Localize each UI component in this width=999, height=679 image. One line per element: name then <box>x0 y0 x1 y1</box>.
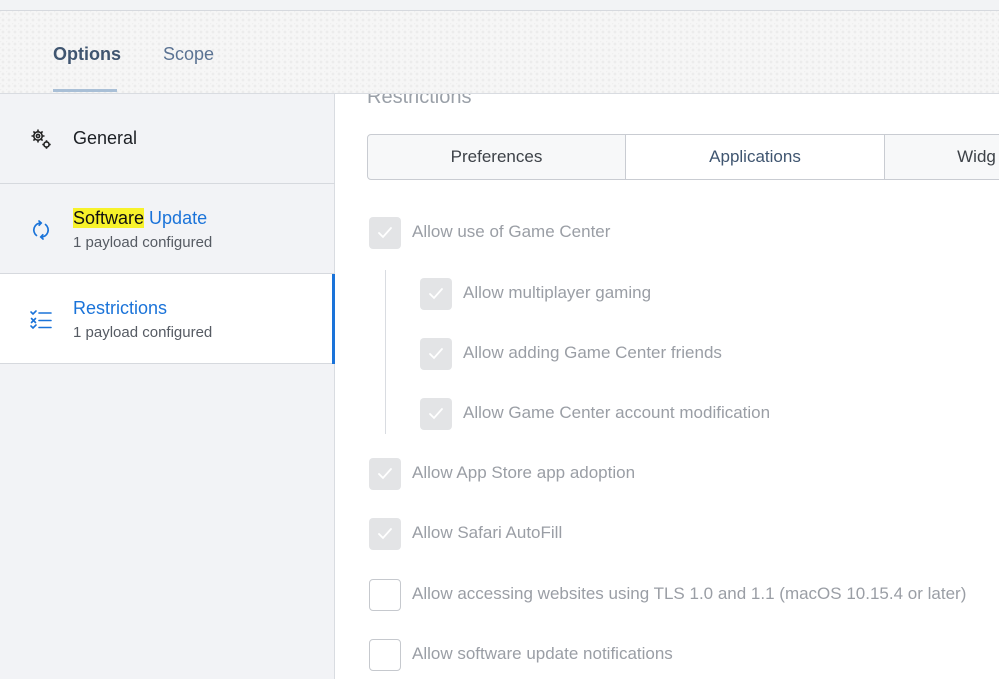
gears-icon <box>28 126 54 152</box>
option-row[interactable]: Allow App Store app adoption <box>369 458 989 490</box>
sidebar: General Software Update 1 payload config… <box>0 94 335 679</box>
checkbox[interactable] <box>369 518 401 550</box>
sidebar-item-subtitle: 1 payload configured <box>73 234 213 251</box>
segmented-control: Preferences Applications Widg <box>367 134 999 180</box>
segment-widgets[interactable]: Widg <box>885 135 999 179</box>
option-row[interactable]: Allow use of Game Center <box>369 217 989 249</box>
checkmark-icon <box>378 227 392 239</box>
checkbox[interactable] <box>369 639 401 671</box>
checkmark-icon <box>429 408 443 420</box>
sidebar-item-general[interactable]: General <box>0 94 335 184</box>
tab-scope[interactable]: Scope <box>163 44 214 65</box>
checkmark-icon <box>378 468 392 480</box>
checkmark-icon <box>378 528 392 540</box>
checkbox[interactable] <box>369 579 401 611</box>
option-label: Allow Safari AutoFill <box>412 523 563 542</box>
checkbox[interactable] <box>420 338 452 370</box>
option-label: Allow multiplayer gaming <box>463 283 652 302</box>
sidebar-item-label: Software Update <box>73 208 208 228</box>
sidebar-item-software-update[interactable]: Software Update 1 payload configured <box>0 184 335 274</box>
segment-preferences[interactable]: Preferences <box>368 135 626 179</box>
option-label: Allow use of Game Center <box>412 222 611 241</box>
sidebar-item-restrictions[interactable]: Restrictions 1 payload configured <box>0 274 335 364</box>
window-top-strip <box>0 0 999 11</box>
active-tab-indicator <box>53 89 117 92</box>
nested-group-line <box>385 270 386 434</box>
option-label: Allow App Store app adoption <box>412 463 636 482</box>
checkbox[interactable] <box>369 458 401 490</box>
search-highlight: Software <box>73 208 145 228</box>
checkbox[interactable] <box>420 398 452 430</box>
checkbox[interactable] <box>420 278 452 310</box>
tab-options[interactable]: Options <box>53 44 121 65</box>
option-label: Allow accessing websites using TLS 1.0 a… <box>412 584 967 603</box>
checkbox[interactable] <box>369 217 401 249</box>
option-label: Allow Game Center account modification <box>463 403 771 422</box>
section-title: Restrictions <box>367 94 472 108</box>
sidebar-item-label: Restrictions <box>73 298 168 318</box>
checkmark-icon <box>429 348 443 360</box>
sidebar-item-label: General <box>73 128 138 148</box>
option-row[interactable]: Allow Game Center account modification <box>420 398 990 430</box>
checklist-icon <box>28 307 54 333</box>
option-row[interactable]: Allow adding Game Center friends <box>420 338 990 370</box>
option-row[interactable]: Allow software update notifications <box>369 639 989 671</box>
segment-applications[interactable]: Applications <box>626 135 885 179</box>
option-row[interactable]: Allow multiplayer gaming <box>420 278 990 310</box>
sidebar-item-subtitle: 1 payload configured <box>73 324 213 341</box>
main-panel: Restrictions Preferences Applications Wi… <box>336 94 999 679</box>
tab-bar: Options Scope <box>0 11 999 94</box>
sync-icon <box>28 217 54 243</box>
option-row[interactable]: Allow Safari AutoFill <box>369 518 989 550</box>
checkmark-icon <box>429 288 443 300</box>
option-label: Allow adding Game Center friends <box>463 343 722 362</box>
option-row[interactable]: Allow accessing websites using TLS 1.0 a… <box>369 579 994 611</box>
option-label: Allow software update notifications <box>412 644 673 663</box>
